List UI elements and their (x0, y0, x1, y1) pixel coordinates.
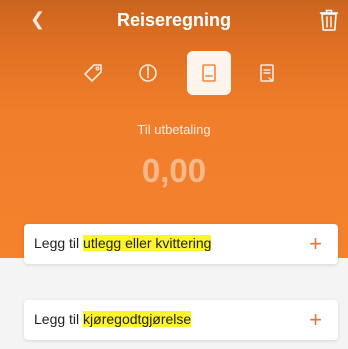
add-mileage-highlight: kjøregodtgjørelse (83, 311, 192, 327)
top-bar: ❮ Reiseregning (0, 0, 348, 42)
add-expense-highlight: utlegg eller kvittering (83, 235, 212, 251)
plus-icon[interactable]: + (309, 230, 322, 258)
document-icon[interactable] (245, 51, 289, 95)
tag-icon[interactable] (71, 51, 115, 95)
add-expense-prefix: Legg til (34, 235, 84, 251)
add-mileage-button[interactable]: Legg til kjøregodtgjørelse + (24, 300, 338, 340)
to-pay-label: Til utbetaling (137, 122, 211, 137)
compass-icon[interactable] (126, 51, 170, 95)
receipt-icon[interactable] (187, 51, 231, 95)
plus-icon[interactable]: + (309, 306, 322, 334)
add-expense-button[interactable]: Legg til utlegg eller kvittering + (24, 224, 338, 264)
add-mileage-label: Legg til kjøregodtgjørelse (34, 311, 192, 327)
page-title: Reiseregning (116, 10, 232, 30)
add-mileage-prefix: Legg til (34, 311, 84, 327)
add-expense-label: Legg til utlegg eller kvittering (34, 235, 212, 251)
tab-bar (0, 51, 348, 97)
trash-icon[interactable] (319, 8, 339, 32)
to-pay-amount: 0,00 (141, 152, 207, 189)
